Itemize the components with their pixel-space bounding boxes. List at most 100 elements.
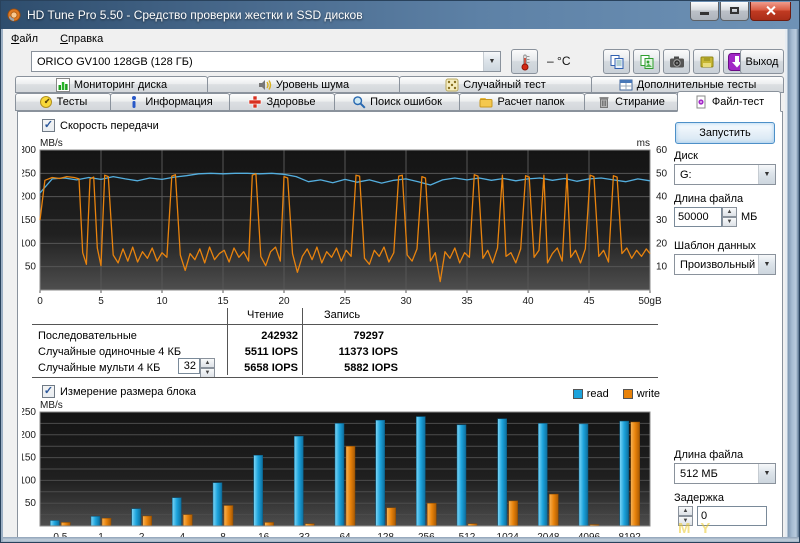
block-file-length-value: 512 МБ (675, 468, 758, 480)
table-divider (32, 377, 658, 378)
svg-text:45: 45 (583, 296, 595, 307)
block-size-chart: 250200150100500.512481632641282565121024… (22, 400, 674, 543)
svg-text:40: 40 (656, 192, 668, 203)
results-header-write: Запись (324, 309, 360, 321)
svg-text:250: 250 (22, 407, 36, 418)
block-size-checkbox[interactable]: ✓ Измерение размера блока (42, 385, 196, 398)
svg-text:0: 0 (37, 296, 43, 307)
svg-text:20: 20 (278, 296, 290, 307)
tab-disk-monitor[interactable]: Мониторинг диска (15, 76, 208, 93)
svg-text:MB/s: MB/s (40, 400, 63, 411)
results-header-read: Чтение (247, 309, 284, 321)
minimize-icon (700, 12, 709, 15)
svg-text:30: 30 (656, 215, 668, 226)
file-length-label: Длина файла (674, 193, 743, 205)
transfer-speed-checkbox-label: Скорость передачи (60, 120, 159, 132)
file-test-panel: ✓ Скорость передачи 30025020015010050051… (17, 111, 783, 538)
temperature-value: – °C (547, 54, 571, 68)
svg-text:15: 15 (217, 296, 229, 307)
legend-write: write (623, 388, 660, 400)
info-icon (127, 95, 141, 109)
svg-text:150: 150 (22, 215, 36, 226)
tab-error-scan[interactable]: Поиск ошибок (334, 93, 460, 111)
svg-text:200: 200 (22, 192, 36, 203)
menu-file[interactable]: Файл (11, 33, 38, 45)
tab-health[interactable]: Здоровье (229, 93, 335, 111)
tab-label: Стирание (615, 96, 665, 108)
title-bar: HD Tune Pro 5.50 - Средство проверки жес… (1, 1, 800, 29)
app-icon (7, 8, 21, 22)
legend-write-label: write (637, 388, 660, 400)
camera-icon (669, 54, 685, 70)
copy-button[interactable] (603, 49, 630, 74)
delay-label: Задержка (674, 492, 724, 504)
save-icon (699, 54, 715, 70)
disk-selector[interactable]: G: ▼ (674, 164, 776, 185)
run-button[interactable]: Запустить (675, 122, 775, 144)
tab-information[interactable]: Информация (110, 93, 230, 111)
tab-noise-level[interactable]: Уровень шума (207, 76, 400, 93)
exit-button[interactable]: Выход (740, 49, 784, 74)
svg-text:50: 50 (656, 168, 668, 179)
svg-text:150: 150 (22, 453, 36, 464)
drive-selector-value: ORICO GV100 128GB (128 ГБ) (32, 56, 483, 68)
row-random-single-label: Случайные одиночные 4 КБ (38, 346, 181, 358)
tab-label: Поиск ошибок (370, 96, 442, 108)
maximize-button[interactable] (720, 2, 749, 21)
run-button-label: Запустить (699, 127, 751, 139)
toolbar: ORICO GV100 128GB (128 ГБ) ▼ – °C (3, 48, 787, 76)
menu-help[interactable]: Справка (60, 33, 103, 45)
svg-text:300: 300 (22, 145, 36, 156)
block-size-checkbox-label: Измерение размера блока (60, 386, 196, 398)
tab-file-benchmark[interactable]: Файл-тест (677, 91, 781, 112)
temperature-button[interactable] (511, 49, 538, 74)
tests-icon (39, 95, 53, 109)
save-button[interactable] (693, 49, 720, 74)
window: HD Tune Pro 5.50 - Средство проверки жес… (0, 0, 800, 543)
screenshot-button[interactable] (663, 49, 690, 74)
spinner-arrows[interactable]: ▲▼ (722, 207, 737, 227)
tab-random-test[interactable]: Случайный тест (399, 76, 592, 93)
data-pattern-selector[interactable]: Произвольный ▼ (674, 254, 776, 275)
spinner-down-icon[interactable]: ▼ (722, 217, 737, 227)
close-button[interactable] (750, 2, 791, 21)
tab-label: Файл-тест (712, 96, 764, 108)
legend-read: read (573, 388, 609, 400)
tab-folder-usage[interactable]: Расчет папок (459, 93, 585, 111)
svg-text:35: 35 (461, 296, 473, 307)
tab-erase[interactable]: Стирание (584, 93, 678, 111)
svg-text:50: 50 (25, 498, 37, 509)
chevron-down-icon: ▼ (758, 255, 775, 274)
random-test-icon (445, 78, 459, 92)
row-random-single-read: 5511 IOPS (162, 346, 298, 358)
table-divider (32, 324, 658, 325)
extra-tests-icon (619, 78, 633, 92)
drive-selector[interactable]: ORICO GV100 128GB (128 ГБ) ▼ (31, 51, 501, 72)
spinner-up-icon[interactable]: ▲ (678, 506, 693, 516)
copy-image-button[interactable] (633, 49, 660, 74)
chevron-down-icon: ▼ (758, 165, 775, 184)
transfer-speed-checkbox[interactable]: ✓ Скорость передачи (42, 119, 159, 132)
folder-usage-icon (479, 95, 493, 109)
tab-tests[interactable]: Тесты (15, 93, 111, 111)
disk-selector-value: G: (675, 169, 758, 181)
transfer-speed-chart: 3002502001501005005101520253035404550gB6… (22, 138, 674, 315)
svg-text:20: 20 (656, 238, 668, 249)
spinner-up-icon[interactable]: ▲ (722, 207, 737, 217)
tab-label: Расчет папок (497, 96, 564, 108)
maximize-icon (730, 7, 739, 14)
thermometer-icon (517, 53, 533, 71)
checkbox-check-icon: ✓ (42, 119, 55, 132)
data-pattern-label: Шаблон данных (674, 240, 756, 252)
row-random-multi-label: Случайные мульти 4 КБ (38, 362, 160, 374)
block-file-length-selector[interactable]: 512 МБ ▼ (674, 463, 776, 484)
chevron-down-icon: ▼ (758, 464, 775, 483)
svg-text:40: 40 (522, 296, 534, 307)
noise-level-icon (258, 78, 272, 92)
file-length-input[interactable] (674, 207, 722, 227)
svg-text:200: 200 (22, 430, 36, 441)
tab-label: Мониторинг диска (74, 79, 167, 91)
minimize-button[interactable] (690, 2, 719, 21)
row-random-multi-write: 5882 IOPS (308, 362, 398, 374)
close-icon (765, 5, 776, 16)
